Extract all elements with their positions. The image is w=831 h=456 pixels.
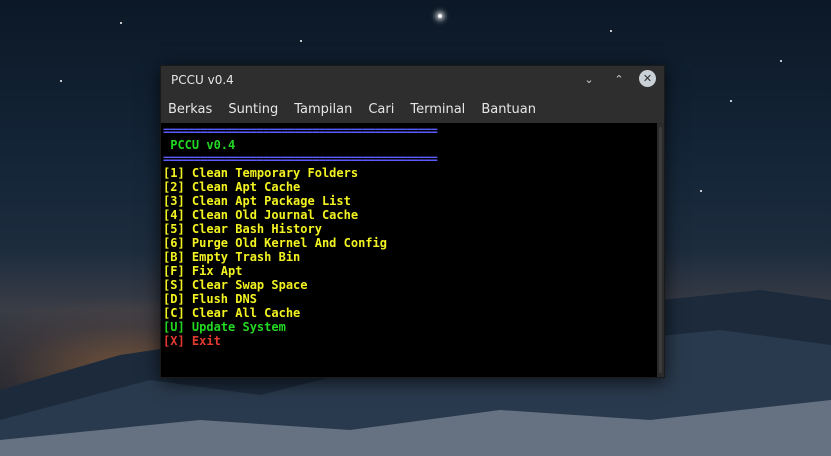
menu-option-label: Clear Bash History xyxy=(184,222,322,236)
menu-option-label: Purge Old Kernel And Config xyxy=(184,236,387,250)
menu-option-key: [2] xyxy=(163,180,185,194)
menu-option-label: Clean Temporary Folders xyxy=(184,166,359,180)
menu-berkas[interactable]: Berkas xyxy=(168,102,212,117)
menu-sunting[interactable]: Sunting xyxy=(228,102,278,117)
terminal-output[interactable]: ========================================… xyxy=(161,123,657,377)
menu-bantuan[interactable]: Bantuan xyxy=(481,102,536,117)
menu-option: [1] Clean Temporary Folders xyxy=(161,166,657,180)
menu-option-label: Clean Old Journal Cache xyxy=(184,208,359,222)
terminal-window: PCCU v0.4 ⌄ ⌃ ✕ Berkas Sunting Tampilan … xyxy=(160,65,665,378)
maximize-icon[interactable]: ⌃ xyxy=(611,72,627,88)
menu-option: [C] Clear All Cache xyxy=(161,306,657,320)
menu-option: [U] Update System xyxy=(161,320,657,334)
menu-option-label: Fix Apt xyxy=(184,264,243,278)
minimize-icon[interactable]: ⌄ xyxy=(581,72,597,88)
terminal-scrollbar[interactable] xyxy=(657,123,664,377)
menu-option-key: [B] xyxy=(163,250,185,264)
menu-option: [X] Exit xyxy=(161,334,657,348)
terminal-header: PCCU v0.4 xyxy=(163,138,236,152)
menu-tampilan[interactable]: Tampilan xyxy=(294,102,352,117)
menu-option-key: [X] xyxy=(163,334,185,348)
menu-option: [S] Clear Swap Space xyxy=(161,278,657,292)
menu-option-label: Clear Swap Space xyxy=(184,278,308,292)
menu-option: [B] Empty Trash Bin xyxy=(161,250,657,264)
menu-option-key: [C] xyxy=(163,306,185,320)
menu-option: [2] Clean Apt Cache xyxy=(161,180,657,194)
menu-terminal[interactable]: Terminal xyxy=(410,102,465,117)
menu-option-label: Update System xyxy=(184,320,286,334)
menu-option-label: Exit xyxy=(184,334,221,348)
menu-option: [5] Clear Bash History xyxy=(161,222,657,236)
separator-top: ========================================… xyxy=(163,124,438,138)
menu-option: [3] Clean Apt Package List xyxy=(161,194,657,208)
menu-option: [4] Clean Old Journal Cache xyxy=(161,208,657,222)
menu-option-key: [D] xyxy=(163,292,185,306)
scrollbar-thumb[interactable] xyxy=(659,127,662,373)
menu-option-label: Empty Trash Bin xyxy=(184,250,301,264)
menu-option-label: Clean Apt Cache xyxy=(184,180,301,194)
menu-option: [F] Fix Apt xyxy=(161,264,657,278)
menu-option-key: [6] xyxy=(163,236,185,250)
menu-cari[interactable]: Cari xyxy=(368,102,394,117)
menu-option-key: [1] xyxy=(163,166,185,180)
menu-option-label: Clear All Cache xyxy=(184,306,301,320)
menu-option-label: Flush DNS xyxy=(184,292,257,306)
menu-option-key: [4] xyxy=(163,208,185,222)
menu-option-key: [U] xyxy=(163,320,185,334)
close-icon[interactable]: ✕ xyxy=(639,70,656,87)
menu-option: [6] Purge Old Kernel And Config xyxy=(161,236,657,250)
menu-option-key: [F] xyxy=(163,264,185,278)
menu-option: [D] Flush DNS xyxy=(161,292,657,306)
menu-option-key: [3] xyxy=(163,194,185,208)
menu-option-label: Clean Apt Package List xyxy=(184,194,351,208)
menu-list: [1] Clean Temporary Folders [2] Clean Apt… xyxy=(161,166,657,348)
menubar: Berkas Sunting Tampilan Cari Terminal Ba… xyxy=(161,95,664,123)
menu-option-key: [5] xyxy=(163,222,185,236)
separator-bottom: ========================================… xyxy=(163,152,438,166)
window-title: PCCU v0.4 xyxy=(171,73,234,87)
menu-option-key: [S] xyxy=(163,278,185,292)
window-titlebar[interactable]: PCCU v0.4 ⌄ ⌃ ✕ xyxy=(161,66,664,95)
